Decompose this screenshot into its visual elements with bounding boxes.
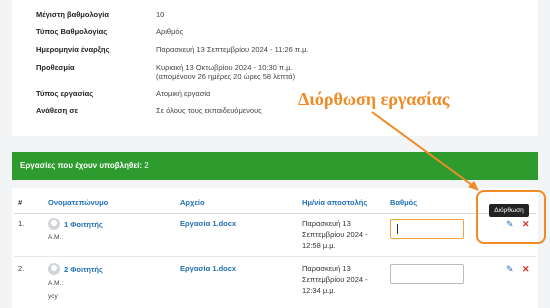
annotation-arrow: [371, 111, 479, 191]
